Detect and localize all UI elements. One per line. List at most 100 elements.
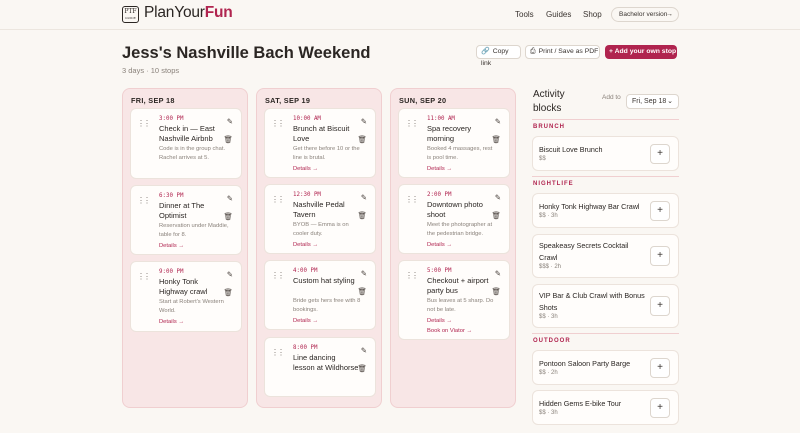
drag-handle-icon[interactable]: ⋮⋮ [137,120,151,128]
stop-note: Booked 4 massages, rest is pool time. [427,146,493,161]
drag-handle-icon[interactable]: ⋮⋮ [405,196,419,204]
stop-card[interactable]: ⋮⋮ 5:00 PM Checkout + airport party bus … [398,260,510,340]
copy-link-button[interactable]: 🔗 Copy link [476,45,521,67]
trash-icon[interactable]: 🗑 [357,364,367,373]
stop-card[interactable]: ⋮⋮ 12:30 PM Nashville Pedal Tavern BYOB … [264,184,376,254]
book-on-viator-link[interactable]: Book on Viator → [427,328,472,334]
stop-card[interactable]: ⋮⋮ 4:00 PM Custom hat styling Bride gets… [264,260,376,330]
trash-icon[interactable]: 🗑 [223,212,233,221]
activity-meta: $$ · 3h [539,314,558,320]
details-link[interactable]: Details → [293,242,318,248]
edit-icon[interactable]: ✎ [495,193,501,202]
chevron-down-icon: ⌄ [667,98,673,105]
drag-handle-icon[interactable]: ⋮⋮ [271,196,285,204]
edit-icon[interactable]: ✎ [227,117,233,126]
trash-icon[interactable]: 🗑 [491,135,501,144]
drag-handle-icon[interactable]: ⋮⋮ [405,272,419,280]
stop-note: Meet the photographer at the pedestrian … [427,222,493,237]
trash-icon[interactable]: 🗑 [491,211,501,220]
day-select-value: Fri, Sep 18 [632,98,667,105]
printer-icon: ⎙ [530,48,536,55]
add-activity-button[interactable]: + [650,358,670,378]
add-activity-button[interactable]: + [650,296,670,316]
top-header: PTF GUIDE PlanYourFun Tools Guides Shop … [0,0,800,30]
stop-title: Downtown photo shoot [427,200,483,219]
details-link[interactable]: Details → [159,319,184,325]
drag-handle-icon[interactable]: ⋮⋮ [271,349,285,357]
nav-tools[interactable]: Tools [515,10,534,19]
trash-icon[interactable]: 🗑 [223,135,233,144]
version-dropdown[interactable]: Bachelor version → [611,7,679,22]
add-activity-button[interactable]: + [650,398,670,418]
category-nightlife: NIGHTLIFE [533,181,574,187]
stop-time: 5:00 PM [427,268,452,274]
stop-time: 4:00 PM [293,268,318,274]
nav-guides[interactable]: Guides [546,10,571,19]
logo-mark-text: PTF [124,8,137,15]
stop-time: 9:00 PM [159,269,184,275]
drag-handle-icon[interactable]: ⋮⋮ [137,197,151,205]
activity-card[interactable]: Pontoon Saloon Party Barge $$ · 2h + [532,350,679,385]
activity-card[interactable]: Biscuit Love Brunch $$ + [532,136,679,171]
add-stop-button[interactable]: + Add your own stop [605,45,677,59]
category-outdoor: OUTDOOR [533,338,571,344]
stop-card[interactable]: ⋮⋮ 6:30 PM Dinner at The Optimist Reserv… [130,185,242,255]
stop-note: BYOB — Emma is on cooler duty. [293,222,349,237]
drag-handle-icon[interactable]: ⋮⋮ [271,272,285,280]
add-activity-button[interactable]: + [650,201,670,221]
logo-mark[interactable]: PTF GUIDE [122,6,139,23]
drag-handle-icon[interactable]: ⋮⋮ [405,120,419,128]
edit-icon[interactable]: ✎ [361,346,367,355]
stop-card[interactable]: ⋮⋮ 10:00 AM Brunch at Biscuit Love Get t… [264,108,376,178]
edit-icon[interactable]: ✎ [227,194,233,203]
sidebar-title: Activity blocks [533,89,565,114]
stop-note: Reservation under Maddie, table for 8. [159,223,229,238]
page-title: Jess's Nashville Bach Weekend [122,44,371,62]
trash-icon[interactable]: 🗑 [357,211,367,220]
stop-time: 11:00 AM [427,116,455,122]
activity-card[interactable]: Speakeasy Secrets Cocktail Crawl $$$ · 2… [532,234,679,278]
edit-icon[interactable]: ✎ [361,117,367,126]
stop-time: 3:00 PM [159,116,184,122]
stop-title: Spa recovery morning [427,124,472,143]
stop-card[interactable]: ⋮⋮ 11:00 AM Spa recovery morning Booked … [398,108,510,178]
day-header: SAT, SEP 19 [265,96,311,105]
details-link[interactable]: Details → [427,318,452,324]
trash-icon[interactable]: 🗑 [223,288,233,297]
stop-card[interactable]: ⋮⋮ 9:00 PM Honky Tonk Highway crawl Star… [130,261,242,332]
details-link[interactable]: Details → [159,243,184,249]
activity-name: Hidden Gems E-bike Tour [539,399,622,408]
add-activity-button[interactable]: + [650,246,670,266]
edit-icon[interactable]: ✎ [227,270,233,279]
stop-card[interactable]: ⋮⋮ 2:00 PM Downtown photo shoot Meet the… [398,184,510,254]
stop-note: Bride gets hers free with 8 bookings. [293,298,361,313]
add-to-label: Add to [602,94,621,101]
details-link[interactable]: Details → [293,166,318,172]
drag-handle-icon[interactable]: ⋮⋮ [137,273,151,281]
activity-card[interactable]: Honky Tonk Highway Bar Crawl $$ · 3h + [532,193,679,228]
activity-card[interactable]: VIP Bar & Club Crawl with Bonus Shots $$… [532,284,679,328]
edit-icon[interactable]: ✎ [495,269,501,278]
edit-icon[interactable]: ✎ [495,117,501,126]
edit-icon[interactable]: ✎ [361,269,367,278]
day-select[interactable]: Fri, Sep 18 ⌄ [626,94,679,109]
print-button[interactable]: ⎙ Print / Save as PDF [525,45,600,59]
activity-name: Speakeasy Secrets Cocktail Crawl [539,241,629,262]
drag-handle-icon[interactable]: ⋮⋮ [271,120,285,128]
activity-meta: $$ [539,156,546,162]
nav-shop[interactable]: Shop [583,10,602,19]
trash-icon[interactable]: 🗑 [491,287,501,296]
trash-icon[interactable]: 🗑 [357,135,367,144]
details-link[interactable]: Details → [427,242,452,248]
details-link[interactable]: Details → [293,318,318,324]
stop-card[interactable]: ⋮⋮ 8:00 PM Line dancing lesson at Wildho… [264,337,376,397]
details-link[interactable]: Details → [427,166,452,172]
trash-icon[interactable]: 🗑 [357,287,367,296]
stop-time: 10:00 AM [293,116,321,122]
stop-card[interactable]: ⋮⋮ 3:00 PM Check in — East Nashville Air… [130,108,242,179]
edit-icon[interactable]: ✎ [361,193,367,202]
add-activity-button[interactable]: + [650,144,670,164]
activity-card[interactable]: Hidden Gems E-bike Tour $$ · 3h + [532,390,679,425]
add-stop-label: Add your own stop [614,48,677,55]
logo-wordmark[interactable]: PlanYourFun [144,4,233,22]
